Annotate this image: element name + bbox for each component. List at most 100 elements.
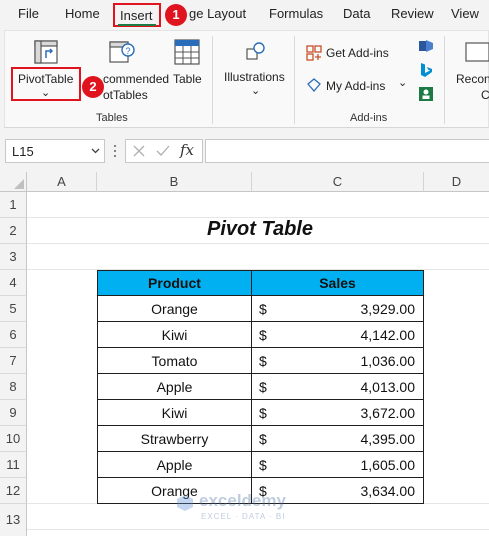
illustrations-chevron[interactable]: ⌄ — [251, 84, 260, 97]
pivottable-icon[interactable] — [32, 38, 60, 66]
enter-icon[interactable] — [156, 145, 170, 157]
currency-symbol: $ — [259, 353, 267, 369]
sales-cell[interactable]: $ 1,605.00 — [251, 451, 424, 478]
sales-cell[interactable]: $ 3,672.00 — [251, 399, 424, 426]
step-2-badge: 2 — [82, 76, 104, 98]
table-icon[interactable] — [173, 38, 201, 66]
exceldemy-logo-icon — [177, 495, 193, 511]
sales-value: 1,036.00 — [360, 353, 416, 369]
addins-group-label: Add-ins — [350, 112, 388, 124]
get-addins-label[interactable]: Get Add-ins — [326, 46, 389, 60]
row-header-7[interactable]: 7 — [0, 348, 27, 374]
ribbon-separator — [444, 36, 445, 124]
row-header-11[interactable]: 11 — [0, 452, 27, 478]
row-header-12[interactable]: 12 — [0, 478, 27, 504]
active-tab-underline — [118, 24, 156, 26]
sales-value: 4,142.00 — [360, 327, 416, 343]
column-header-a[interactable]: A — [27, 172, 97, 192]
people-graph-icon[interactable] — [418, 86, 434, 102]
sales-value: 4,013.00 — [360, 379, 416, 395]
recommended-pivottables-label-1[interactable]: commended — [103, 72, 169, 86]
recommended-charts-icon[interactable] — [464, 40, 489, 64]
row-header-1[interactable]: 1 — [0, 192, 27, 218]
name-box[interactable]: L15 — [5, 139, 105, 163]
currency-symbol: $ — [259, 431, 267, 447]
table-label[interactable]: Table — [173, 72, 202, 86]
tab-data[interactable]: Data — [343, 6, 370, 21]
tab-review[interactable]: Review — [391, 6, 434, 21]
row-header-4[interactable]: 4 — [0, 270, 27, 296]
gridline — [27, 529, 489, 530]
tab-view[interactable]: View — [451, 6, 479, 21]
recommended-charts-label-1[interactable]: Recon — [456, 72, 489, 86]
sales-cell[interactable]: $ 4,395.00 — [251, 425, 424, 452]
step-1-badge: 1 — [165, 4, 187, 26]
product-cell[interactable]: Kiwi — [97, 399, 252, 426]
get-addins-icon[interactable] — [305, 44, 323, 62]
pivottable-dropdown-chevron[interactable]: ⌄ — [41, 86, 50, 99]
tab-formulas[interactable]: Formulas — [269, 6, 323, 21]
column-header-b[interactable]: B — [97, 172, 252, 192]
row-header-5[interactable]: 5 — [0, 296, 27, 322]
watermark-name: exceldemy — [199, 491, 286, 510]
recommended-pivottables-icon[interactable]: ? — [108, 38, 136, 66]
ribbon-separator — [294, 36, 295, 124]
sheet-title: Pivot Table — [207, 218, 313, 240]
chevron-down-icon[interactable] — [91, 148, 100, 154]
product-cell[interactable]: Kiwi — [97, 321, 252, 348]
row-header-10[interactable]: 10 — [0, 426, 27, 452]
formula-input[interactable] — [205, 139, 489, 163]
illustrations-label[interactable]: Illustrations — [224, 70, 285, 84]
product-cell[interactable]: Apple — [97, 373, 252, 400]
currency-symbol: $ — [259, 301, 267, 317]
sales-cell[interactable]: $ 4,142.00 — [251, 321, 424, 348]
currency-symbol: $ — [259, 457, 267, 473]
select-all-triangle-icon — [14, 179, 24, 189]
svg-text:?: ? — [126, 46, 131, 56]
sales-cell[interactable]: $ 1,036.00 — [251, 347, 424, 374]
header-product[interactable]: Product — [97, 270, 252, 296]
exceldemy-watermark: exceldemy EXCEL · DATA · BI — [175, 489, 325, 529]
column-header-c[interactable]: C — [252, 172, 424, 192]
row-header-2[interactable]: 2 — [0, 218, 27, 244]
column-header-d[interactable]: D — [424, 172, 489, 192]
row-header-8[interactable]: 8 — [0, 374, 27, 400]
product-cell[interactable]: Strawberry — [97, 425, 252, 452]
row-header-6[interactable]: 6 — [0, 322, 27, 348]
row-header-3[interactable]: 3 — [0, 244, 27, 270]
insert-function-button[interactable]: fx — [180, 141, 194, 159]
sales-value: 3,672.00 — [360, 405, 416, 421]
select-all-corner[interactable] — [0, 172, 27, 192]
product-cell[interactable]: Tomato — [97, 347, 252, 374]
product-cell[interactable]: Orange — [97, 295, 252, 322]
tab-insert-label: Insert — [120, 8, 153, 23]
sales-value: 3,929.00 — [360, 301, 416, 317]
sales-value: 1,605.00 — [360, 457, 416, 473]
sales-value: 3,634.00 — [360, 483, 416, 499]
recommended-charts-label-2[interactable]: C — [481, 88, 489, 102]
row-header-9[interactable]: 9 — [0, 400, 27, 426]
tab-page-layout[interactable]: ge Layout — [189, 6, 246, 21]
sales-cell[interactable]: $ 4,013.00 — [251, 373, 424, 400]
recommended-pivottables-label-2[interactable]: otTables — [103, 88, 148, 102]
bing-maps-icon[interactable] — [418, 62, 434, 78]
currency-symbol: $ — [259, 379, 267, 395]
my-addins-label[interactable]: My Add-ins — [326, 79, 385, 93]
my-addins-icon[interactable] — [305, 76, 323, 94]
more-options-icon[interactable] — [113, 144, 117, 158]
visio-icon[interactable] — [418, 38, 434, 54]
name-box-value: L15 — [12, 144, 34, 159]
currency-symbol: $ — [259, 327, 267, 343]
tab-file[interactable]: File — [18, 6, 39, 21]
header-sales[interactable]: Sales — [251, 270, 424, 296]
ribbon-separator — [212, 36, 213, 124]
product-cell[interactable]: Apple — [97, 451, 252, 478]
illustrations-icon[interactable] — [244, 40, 268, 64]
row-header-13[interactable]: 13 — [0, 504, 27, 536]
currency-symbol: $ — [259, 405, 267, 421]
gridline — [27, 243, 489, 244]
sales-cell[interactable]: $ 3,929.00 — [251, 295, 424, 322]
my-addins-chevron[interactable]: ⌄ — [398, 76, 407, 89]
tab-home[interactable]: Home — [65, 6, 100, 21]
cancel-icon[interactable] — [133, 145, 145, 157]
